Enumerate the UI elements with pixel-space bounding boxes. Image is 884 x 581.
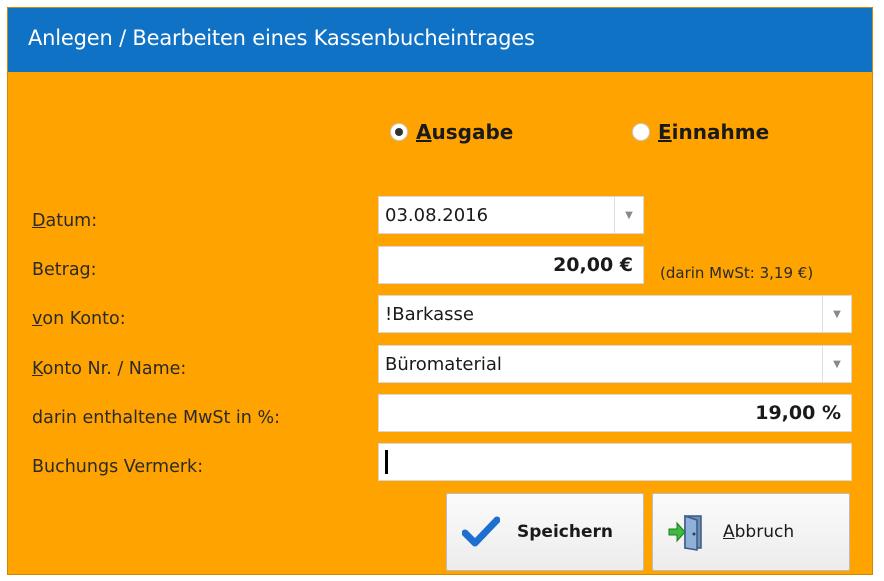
von-konto-select[interactable]: !Barkasse ▼ bbox=[378, 295, 852, 333]
betrag-mwst-hint: (darin MwSt: 3,19 €) bbox=[660, 264, 814, 282]
datum-field[interactable]: 03.08.2016 ▼ bbox=[378, 196, 644, 234]
mwst-value: 19,00 % bbox=[755, 402, 841, 424]
checkmark-icon bbox=[461, 512, 501, 552]
mwst-field[interactable]: 19,00 % bbox=[378, 394, 852, 432]
dialog-window: Anlegen / Bearbeiten eines Kassenbuchein… bbox=[8, 8, 872, 574]
datum-value: 03.08.2016 bbox=[385, 204, 489, 226]
von-konto-label: von Konto: bbox=[32, 309, 126, 329]
datum-label: Datum: bbox=[32, 211, 98, 231]
datum-dropdown-icon[interactable]: ▼ bbox=[614, 197, 643, 233]
konto-nr-value: Büromaterial bbox=[385, 353, 502, 375]
cancel-button[interactable]: Abbruch bbox=[652, 493, 850, 571]
text-cursor bbox=[385, 450, 388, 474]
betrag-value: 20,00 € bbox=[553, 254, 633, 276]
save-button-label: Speichern bbox=[517, 522, 613, 542]
save-button[interactable]: Speichern bbox=[446, 493, 644, 571]
radio-einnahme-label: Einnahme bbox=[658, 120, 770, 144]
title-bar: Anlegen / Bearbeiten eines Kassenbuchein… bbox=[8, 8, 872, 72]
vermerk-input[interactable] bbox=[378, 443, 852, 481]
konto-nr-select[interactable]: Büromaterial ▼ bbox=[378, 345, 852, 383]
radio-ausgabe-indicator[interactable] bbox=[390, 123, 408, 141]
vermerk-label: Buchungs Vermerk: bbox=[32, 457, 204, 477]
von-konto-value: !Barkasse bbox=[385, 303, 474, 325]
window-title: Anlegen / Bearbeiten eines Kassenbuchein… bbox=[28, 26, 535, 50]
radio-einnahme[interactable]: Einnahme bbox=[632, 118, 769, 146]
cancel-button-label: Abbruch bbox=[723, 522, 795, 542]
konto-nr-label: Konto Nr. / Name: bbox=[32, 359, 187, 379]
von-konto-dropdown-icon[interactable]: ▼ bbox=[822, 296, 851, 332]
radio-einnahme-indicator[interactable] bbox=[632, 123, 650, 141]
radio-ausgabe-label: Ausgabe bbox=[416, 120, 514, 144]
exit-door-icon bbox=[667, 512, 707, 552]
betrag-field[interactable]: 20,00 € bbox=[378, 246, 644, 284]
konto-nr-dropdown-icon[interactable]: ▼ bbox=[822, 346, 851, 382]
betrag-label: Betrag: bbox=[32, 260, 97, 280]
mwst-label: darin enthaltene MwSt in %: bbox=[32, 408, 280, 428]
radio-ausgabe[interactable]: Ausgabe bbox=[390, 118, 513, 146]
